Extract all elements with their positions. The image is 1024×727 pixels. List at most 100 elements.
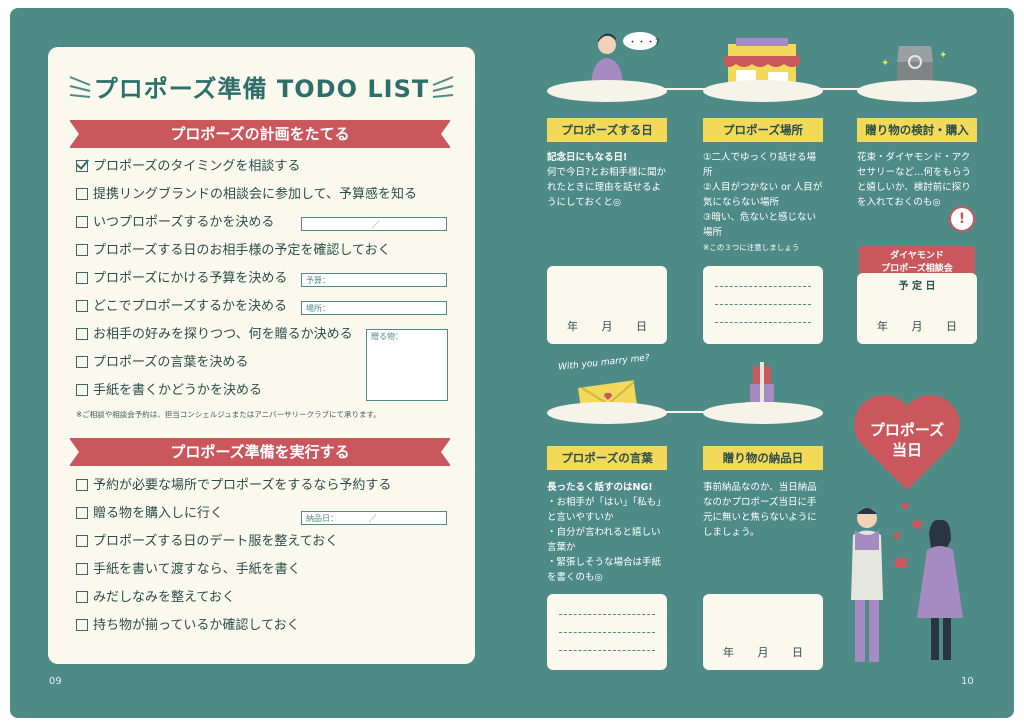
place-field[interactable]: 場所：	[301, 301, 447, 315]
checkbox[interactable]	[76, 563, 88, 575]
checkbox[interactable]	[76, 328, 88, 340]
todo-item[interactable]: 予約が必要な場所でプロポーズをするなら予約する	[76, 476, 391, 496]
todo-card: プロポーズ準備 TODO LIST プロポーズの計画をたてる プロポーズのタイミ…	[48, 47, 475, 664]
heart-line-1: プロポーズ	[869, 421, 945, 439]
plate-2	[703, 80, 823, 114]
todo-item-label: プロポーズのタイミングを相談する	[93, 159, 301, 174]
gift-field[interactable]: 贈る物：	[366, 329, 448, 401]
todo-item[interactable]: 提携リングブランドの相談会に参加して、予算感を知る	[76, 185, 417, 205]
todo-item-label: 持ち物が揃っているか確認しておく	[93, 618, 300, 633]
step4-item: ・自分が言われると嬉しい言葉か	[547, 527, 661, 553]
step1-desc: 記念日にもなる日! 何で今日?とお相手様に聞かれたときに理由を話せるようにしてお…	[547, 150, 669, 210]
svg-text:✦: ✦	[881, 58, 889, 69]
todo-item[interactable]: プロポーズにかける予算を決める	[76, 269, 287, 289]
step2-item: ③暗い、危ないと感じない場所	[703, 212, 817, 238]
plate-1	[547, 80, 667, 114]
todo-item-label: プロポーズにかける予算を決める	[93, 271, 288, 286]
checkbox[interactable]	[76, 216, 88, 228]
decor-lines-right-icon	[432, 76, 454, 98]
date-field[interactable]: ／	[301, 217, 447, 231]
todo-item[interactable]: プロポーズする日のデート服を整えておく	[76, 532, 338, 552]
todo-item-label: プロポーズする日のデート服を整えておく	[93, 534, 339, 549]
step3-desc: 花束・ダイヤモンド・アクセサリーなど…何をもらうと嬉しいか、検討前に探りを入れて…	[857, 150, 979, 210]
step1-date-box[interactable]: 年 月 日	[547, 266, 667, 344]
step1-text: 何で今日?とお相手様に聞かれたときに理由を話せるようにしておくと◎	[547, 167, 667, 208]
footnote: ※ご相談や相談会予約は、担当コンシェルジュまたはアニバーサリークラブにて承ります…	[76, 410, 381, 419]
checkbox[interactable]	[76, 356, 88, 368]
page: プロポーズ準備 TODO LIST プロポーズの計画をたてる プロポーズのタイミ…	[0, 0, 1024, 727]
todo-item-label: プロポーズの言葉を決める	[93, 355, 249, 370]
todo-item[interactable]: みだしなみを整えておく	[76, 588, 235, 608]
checkbox[interactable]	[76, 591, 88, 603]
todo-item[interactable]: どこでプロポーズするかを決める	[76, 297, 287, 317]
checkbox[interactable]	[76, 160, 88, 172]
step3-date-box[interactable]: 予 定 日 年 月 日	[857, 273, 977, 344]
checkbox[interactable]	[76, 535, 88, 547]
todo-item[interactable]: いつプロポーズするかを決める	[76, 213, 274, 233]
step2-item: ①二人でゆっくり話せる場所	[703, 152, 817, 178]
step4-label: プロポーズの言葉	[547, 446, 667, 470]
todo-item-label: プロポーズする日のお相手様の予定を確認しておく	[93, 243, 391, 258]
checkbox[interactable]	[76, 384, 88, 396]
todo-item[interactable]: 手紙を書いて渡すなら、手紙を書く	[76, 560, 301, 580]
checkbox[interactable]	[76, 244, 88, 256]
delivery-field-sep: ／	[368, 514, 377, 523]
svg-text:✦: ✦	[939, 50, 947, 61]
heart-text: プロポーズ 当日	[853, 420, 961, 460]
checkbox[interactable]	[76, 300, 88, 312]
step4-bold: 長ったるく話すのはNG!	[547, 482, 653, 493]
step5-text: 事前納品なのか、当日納品なのかプロポーズ当日に手元に無いと焦らないようにしましょ…	[703, 482, 817, 538]
ymd-label: 年 月 日	[567, 320, 647, 333]
step1-label: プロポーズする日	[547, 118, 667, 142]
todo-item[interactable]: 贈る物を購入しに行く	[76, 504, 223, 524]
step5-date-box[interactable]: 年 月 日	[703, 594, 823, 670]
step2-memo-box[interactable]	[703, 266, 823, 344]
todo-item-label: 予約が必要な場所でプロポーズをするなら予約する	[93, 478, 392, 493]
step2-label: プロポーズ場所	[703, 118, 823, 142]
todo-item[interactable]: プロポーズのタイミングを相談する	[76, 157, 300, 177]
plate-4	[547, 402, 667, 436]
heart-line-2: 当日	[891, 441, 922, 459]
delivery-field[interactable]: 納品日： ／	[301, 511, 447, 525]
memo-line	[559, 650, 655, 651]
page-number-right: 10	[961, 676, 974, 687]
section1-header: プロポーズの計画をたてる	[69, 120, 451, 148]
todo-item[interactable]: プロポーズの言葉を決める	[76, 353, 248, 373]
todo-item-label: 提携リングブランドの相談会に参加して、予算感を知る	[93, 187, 417, 202]
memo-line	[715, 304, 811, 305]
memo-line	[715, 322, 811, 323]
checkbox[interactable]	[76, 619, 88, 631]
step1-bold: 記念日にもなる日!	[547, 152, 628, 163]
budget-field[interactable]: 予算：	[301, 273, 447, 287]
speech-bubble-text: ・・・?	[628, 38, 660, 48]
checkbox[interactable]	[76, 479, 88, 491]
step4-memo-box[interactable]	[547, 594, 667, 670]
delivery-field-label: 納品日：	[306, 514, 338, 523]
consult-line-1: ダイヤモンド	[890, 251, 944, 261]
checkbox[interactable]	[76, 507, 88, 519]
step3-text: 花束・ダイヤモンド・アクセサリーなど…何をもらうと嬉しいか、検討前に探りを入れて…	[857, 152, 972, 208]
checkbox[interactable]	[76, 272, 88, 284]
todo-item[interactable]: 持ち物が揃っているか確認しておく	[76, 616, 300, 636]
todo-item[interactable]: プロポーズする日のお相手様の予定を確認しておく	[76, 241, 391, 261]
todo-item-label: どこでプロポーズするかを決める	[93, 299, 287, 314]
ymd-label: 年 月 日	[877, 320, 957, 333]
step2-desc: ①二人でゆっくり話せる場所 ②人目がつかない or 人目が気にならない場所 ③暗…	[703, 150, 825, 255]
plate-3	[857, 80, 977, 114]
step4-desc: 長ったるく話すのはNG! ・お相手が「はい」「私も」と言いやすいか ・自分が言わ…	[547, 480, 669, 585]
memo-line	[559, 614, 655, 615]
ymd-label: 年 月 日	[723, 646, 803, 659]
page-title: プロポーズ準備 TODO LIST	[93, 75, 430, 103]
step4-item: ・緊張しそうな場合は手紙を書くのも◎	[547, 557, 662, 583]
todo-item-label: みだしなみを整えておく	[93, 590, 235, 605]
checkbox[interactable]	[76, 188, 88, 200]
alert-icon: !	[949, 206, 975, 232]
todo-item-label: 手紙を書くかどうかを決める	[93, 383, 263, 398]
todo-item[interactable]: 手紙を書くかどうかを決める	[76, 381, 262, 401]
memo-line	[559, 632, 655, 633]
todo-item-label: お相手の好みを探りつつ、何を贈るか決める	[93, 327, 353, 342]
step2-note: ※この３つに注意しましょう	[703, 243, 800, 252]
step3-label: 贈り物の検討・購入	[857, 118, 977, 142]
todo-item-label: 贈る物を購入しに行く	[93, 506, 224, 521]
todo-item[interactable]: お相手の好みを探りつつ、何を贈るか決める	[76, 325, 353, 345]
